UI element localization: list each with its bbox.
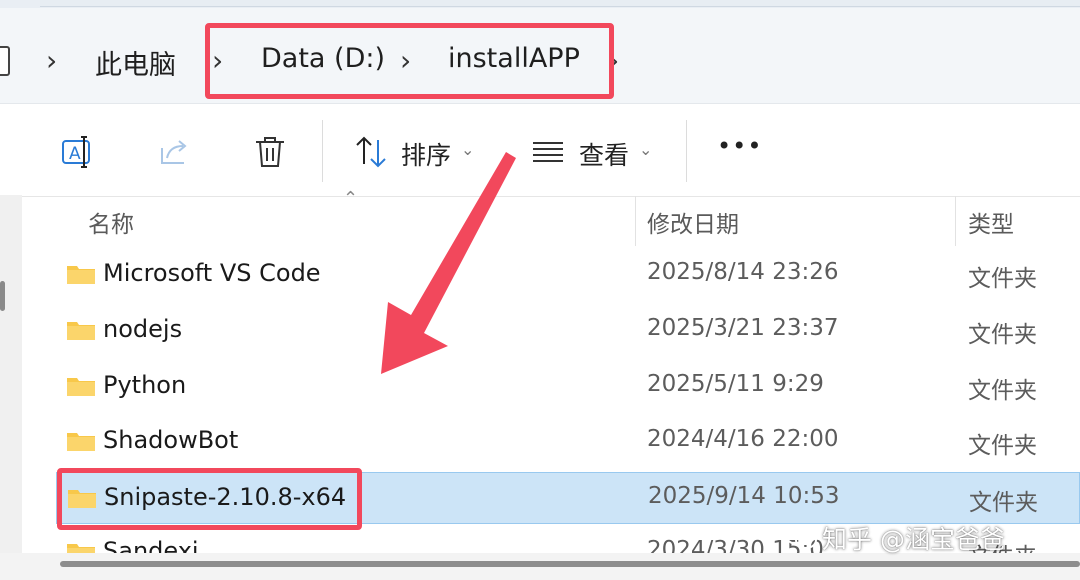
wechat-logo-icon — [785, 525, 817, 549]
annotation-arrow — [381, 152, 516, 374]
watermark-text: 知乎 @涵宝爸爸 — [822, 525, 1005, 554]
